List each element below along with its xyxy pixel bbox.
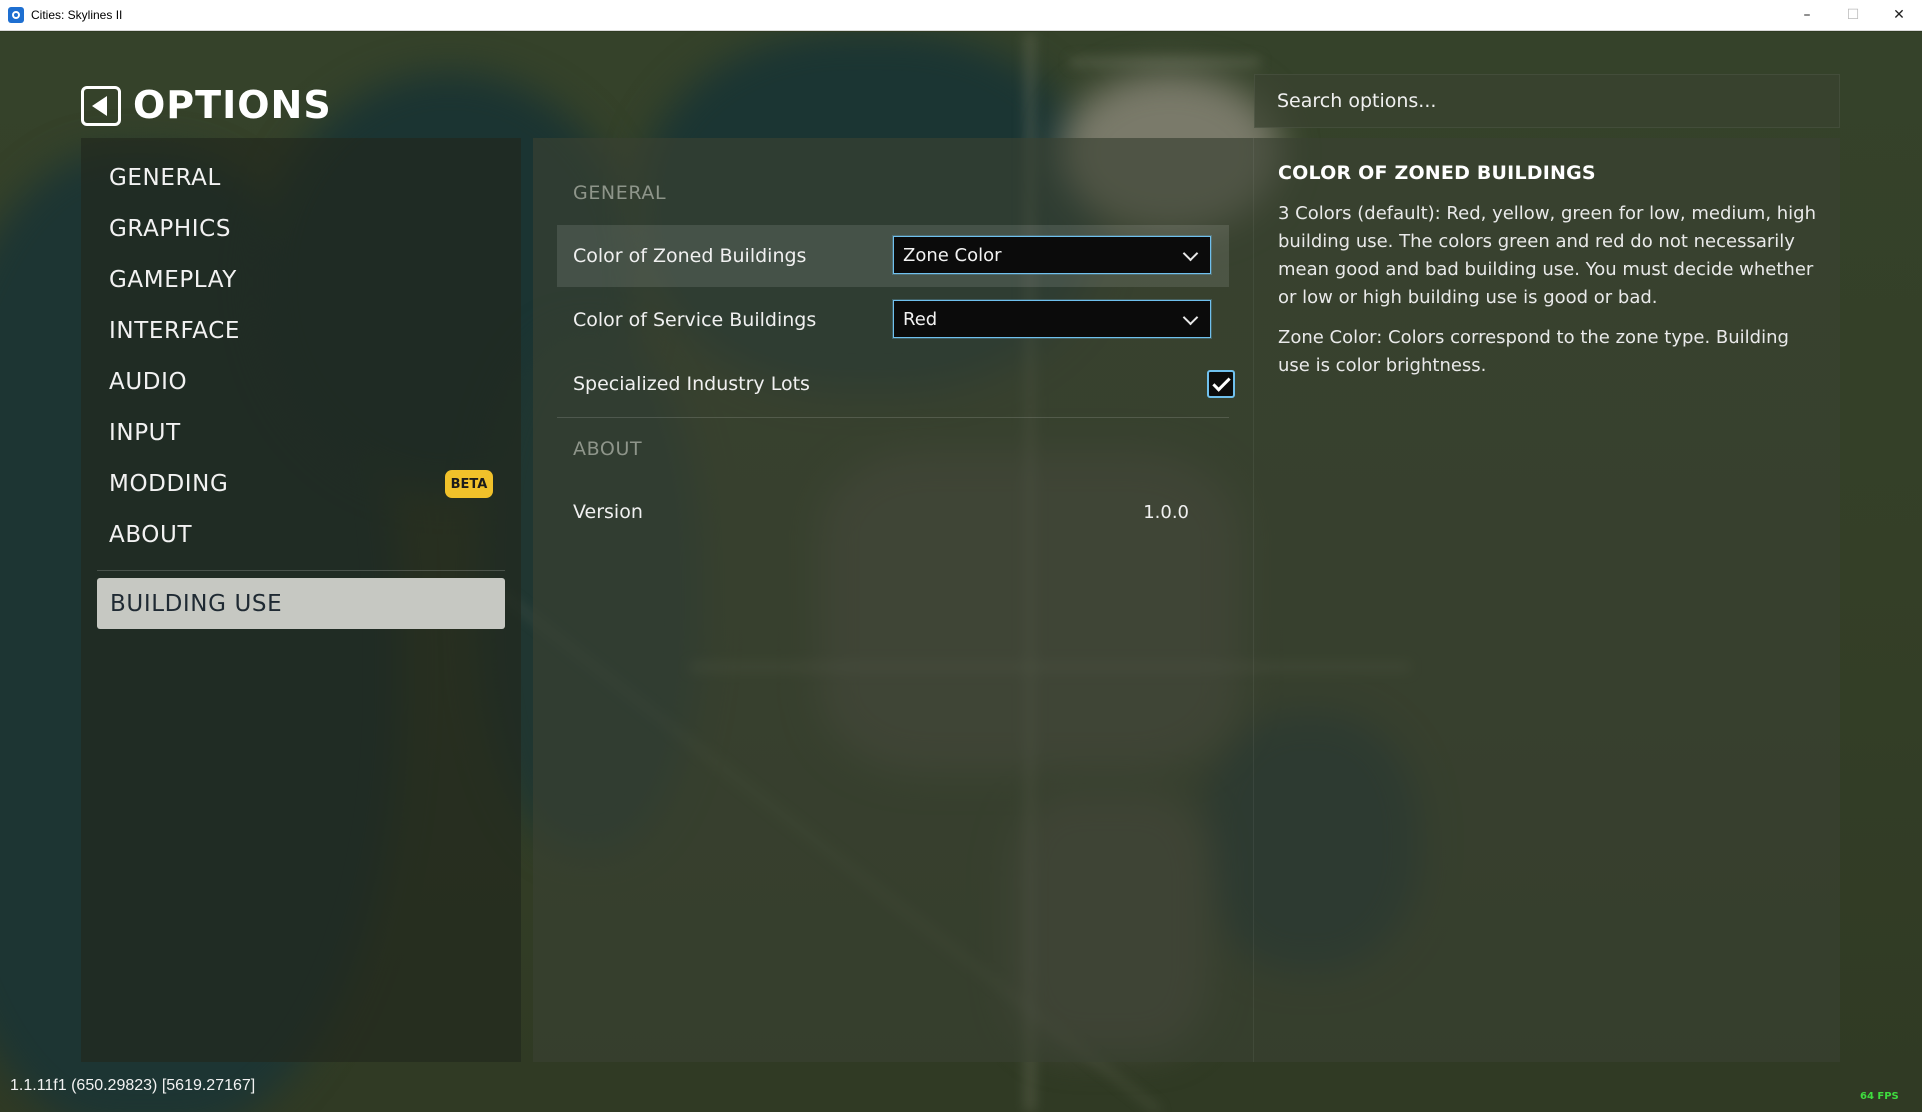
zoned-color-label: Color of Zoned Buildings bbox=[573, 245, 807, 267]
category-modding[interactable]: MODDING bbox=[109, 469, 228, 499]
version-label: Version bbox=[573, 501, 643, 523]
version-value: 1.0.0 bbox=[1143, 501, 1189, 523]
fps-counter: 64 FPS bbox=[1860, 1091, 1899, 1102]
category-about[interactable]: ABOUT bbox=[109, 520, 192, 550]
category-divider bbox=[97, 570, 505, 571]
category-building-use[interactable]: BUILDING USE bbox=[97, 578, 505, 629]
service-color-dropdown[interactable]: Red bbox=[893, 300, 1211, 338]
description-panel: COLOR OF ZONED BUILDINGS 3 Colors (defau… bbox=[1253, 138, 1840, 1062]
window-title: Cities: Skylines II bbox=[31, 8, 123, 22]
category-graphics[interactable]: GRAPHICS bbox=[109, 214, 231, 244]
category-interface[interactable]: INTERFACE bbox=[109, 316, 240, 346]
zoned-color-value: Zone Color bbox=[903, 244, 1002, 266]
service-color-value: Red bbox=[903, 308, 938, 330]
build-info: 1.1.11f1 (650.29823) [5619.27167] bbox=[10, 1077, 256, 1094]
chevron-down-icon bbox=[1182, 245, 1199, 262]
search-placeholder: Search options... bbox=[1277, 90, 1437, 112]
category-sidebar: GENERAL GRAPHICS GAMEPLAY INTERFACE AUDI… bbox=[81, 138, 521, 1062]
setting-row-zoned-color: Color of Zoned Buildings Zone Color bbox=[557, 225, 1229, 287]
zoned-color-dropdown[interactable]: Zone Color bbox=[893, 236, 1211, 274]
description-paragraph-2: Zone Color: Colors correspond to the zon… bbox=[1278, 327, 1789, 376]
section-divider bbox=[557, 417, 1229, 418]
category-audio[interactable]: AUDIO bbox=[109, 367, 187, 397]
window-controls: – ☐ ✕ bbox=[1784, 0, 1922, 30]
description-paragraph-1: 3 Colors (default): Red, yellow, green f… bbox=[1278, 203, 1817, 308]
category-gameplay[interactable]: GAMEPLAY bbox=[109, 265, 237, 295]
page-title: OPTIONS bbox=[133, 83, 332, 127]
back-button[interactable] bbox=[81, 86, 121, 126]
service-color-label: Color of Service Buildings bbox=[573, 309, 817, 331]
window-title-bar: Cities: Skylines II – ☐ ✕ bbox=[0, 0, 1922, 31]
industry-lots-checkbox[interactable] bbox=[1207, 370, 1235, 398]
setting-row-service-color: Color of Service Buildings Red bbox=[557, 289, 1229, 351]
section-header-about: ABOUT bbox=[573, 438, 643, 460]
category-input[interactable]: INPUT bbox=[109, 418, 181, 448]
section-header-general: GENERAL bbox=[573, 182, 667, 204]
description-title: COLOR OF ZONED BUILDINGS bbox=[1278, 162, 1596, 184]
setting-row-version: Version 1.0.0 bbox=[557, 481, 1229, 543]
category-general[interactable]: GENERAL bbox=[109, 163, 221, 193]
close-button[interactable]: ✕ bbox=[1876, 0, 1922, 30]
industry-lots-label: Specialized Industry Lots bbox=[573, 373, 810, 395]
checkmark-icon bbox=[1211, 372, 1231, 392]
search-input[interactable]: Search options... bbox=[1254, 74, 1840, 128]
setting-row-industry-lots: Specialized Industry Lots bbox=[557, 353, 1235, 415]
settings-panel: GENERAL Color of Zoned Buildings Zone Co… bbox=[533, 138, 1253, 1062]
category-building-use-label: BUILDING USE bbox=[110, 590, 283, 617]
beta-badge: BETA bbox=[445, 470, 493, 498]
back-arrow-icon bbox=[92, 96, 107, 116]
app-icon bbox=[8, 7, 24, 23]
chevron-down-icon bbox=[1182, 309, 1199, 326]
minimize-button[interactable]: – bbox=[1784, 0, 1830, 30]
maximize-button[interactable]: ☐ bbox=[1830, 0, 1876, 30]
